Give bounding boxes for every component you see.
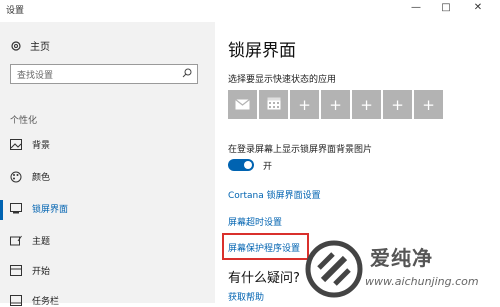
image-icon (10, 139, 22, 151)
sidebar-item-label: 颜色 (32, 173, 51, 183)
palette-icon (10, 171, 22, 183)
mail-icon (235, 96, 250, 114)
quick-status-label: 选择要显示快速状态的应用 (228, 75, 337, 85)
minimize-button[interactable]: — (408, 2, 424, 13)
close-button[interactable]: ✕ (470, 2, 486, 13)
search-icon (182, 68, 192, 81)
calendar-app-button[interactable] (259, 90, 288, 119)
cortana-settings-link[interactable]: Cortana 锁屏界面设置 (228, 188, 321, 201)
screen-timeout-link[interactable]: 屏幕超时设置 (228, 215, 282, 228)
sidebar-item-label: 背景 (32, 141, 51, 151)
show-background-toggle[interactable] (228, 159, 254, 171)
quick-status-apps: + + + + + (228, 90, 443, 119)
gear-icon (10, 40, 22, 52)
sidebar-item-background[interactable]: 背景 (10, 138, 50, 151)
start-icon (10, 265, 22, 277)
lock-screen-icon (10, 203, 22, 215)
sidebar-item-taskbar[interactable]: 任务栏 (10, 294, 59, 307)
section-label-personalization: 个性化 (10, 116, 38, 126)
sidebar: 主页 查找设置 个性化 背景 颜色 锁屏界面 主题 开始 任务栏 (0, 22, 215, 307)
sidebar-item-start[interactable]: 开始 (10, 264, 50, 277)
get-help-link[interactable]: 获取帮助 (228, 290, 264, 303)
toggle-knob (244, 161, 252, 169)
watermark: 爱纯净 www.aichunjing.com (305, 240, 495, 300)
sidebar-item-label: 开始 (32, 267, 51, 277)
window-title: 设置 (6, 6, 25, 16)
active-indicator (0, 200, 3, 220)
add-app-button[interactable]: + (290, 90, 319, 119)
screensaver-settings-link[interactable]: 屏幕保护程序设置 (228, 241, 300, 254)
home-nav-item[interactable]: 主页 (10, 38, 50, 53)
sidebar-item-lock-screen[interactable]: 锁屏界面 (10, 202, 68, 215)
sidebar-item-label: 任务栏 (32, 297, 60, 307)
title-bar: 设置 — □ ✕ (0, 0, 500, 22)
page-title: 锁屏界面 (228, 41, 296, 61)
sidebar-item-colors[interactable]: 颜色 (10, 170, 50, 183)
sidebar-item-themes[interactable]: 主题 (10, 234, 50, 247)
home-label: 主页 (30, 42, 50, 53)
theme-icon (10, 235, 22, 247)
add-app-button[interactable]: + (383, 90, 412, 119)
calendar-icon (267, 96, 281, 114)
watermark-logo-icon (305, 240, 363, 298)
watermark-url: www.aichunjing.com (365, 275, 479, 288)
add-app-button[interactable]: + (414, 90, 443, 119)
watermark-brand: 爱纯净 (370, 246, 433, 270)
maximize-button[interactable]: □ (438, 2, 454, 13)
show-background-label: 在登录屏幕上显示锁屏界面背景图片 (228, 145, 373, 155)
toggle-state-label: 开 (263, 162, 273, 172)
help-title: 有什么疑问? (228, 271, 300, 286)
taskbar-icon (10, 295, 22, 307)
search-placeholder: 查找设置 (17, 71, 54, 81)
mail-app-button[interactable] (228, 90, 257, 119)
add-app-button[interactable]: + (321, 90, 350, 119)
add-app-button[interactable]: + (352, 90, 381, 119)
search-input[interactable]: 查找设置 (10, 64, 198, 84)
sidebar-item-label: 锁屏界面 (32, 205, 69, 215)
sidebar-item-label: 主题 (32, 237, 51, 247)
